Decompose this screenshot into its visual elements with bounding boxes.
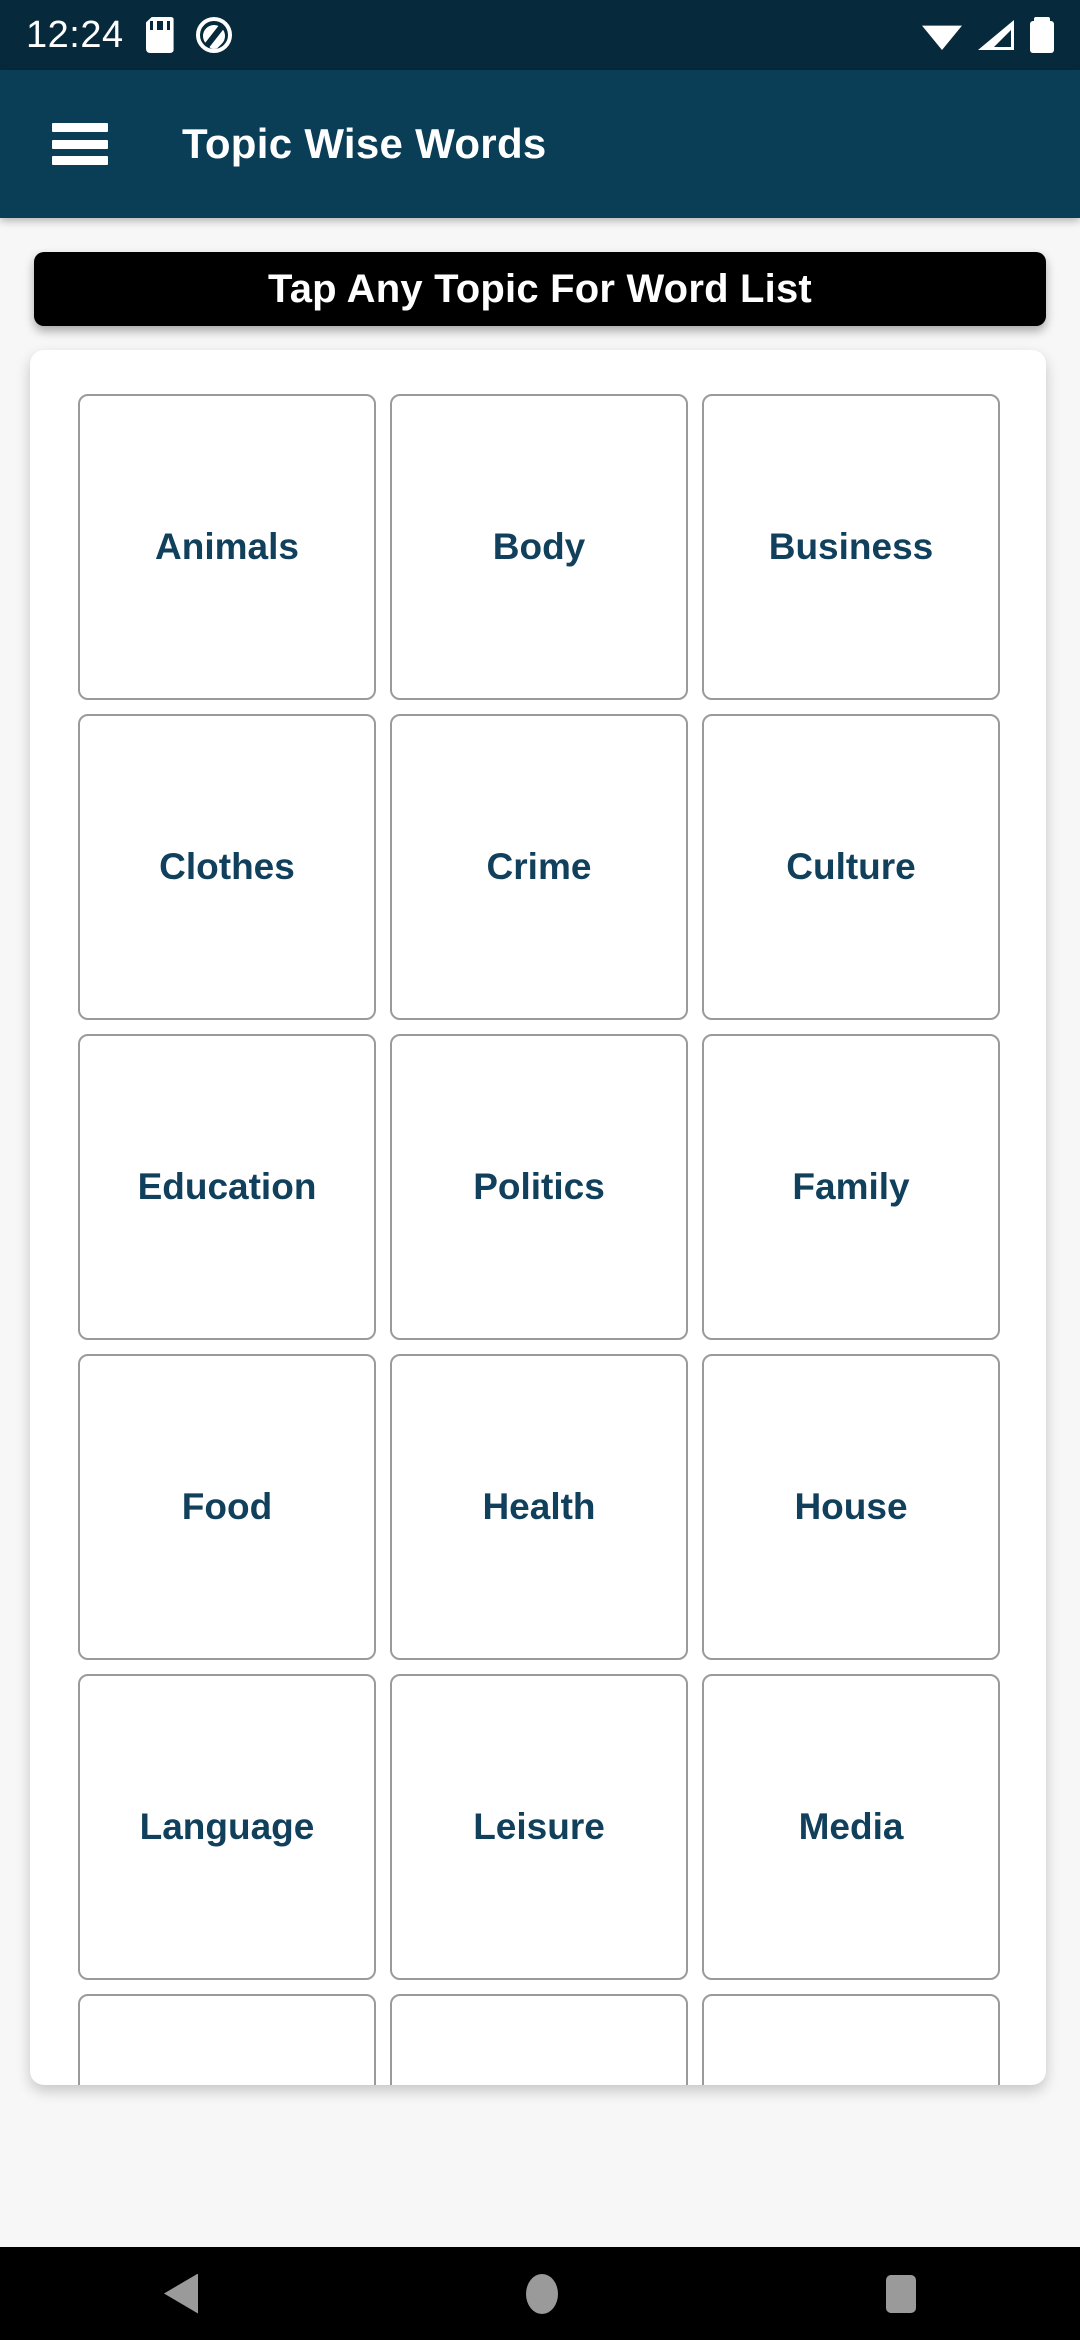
topic-card[interactable]: Clothes bbox=[78, 714, 376, 1020]
topic-card[interactable]: Body bbox=[390, 394, 688, 700]
battery-icon bbox=[1030, 17, 1054, 53]
app-bar: Topic Wise Words bbox=[0, 70, 1080, 218]
do-not-disturb-icon bbox=[195, 17, 232, 53]
topic-grid: Animals Body Business Clothes Crime Culture Ed… bbox=[78, 394, 1016, 2085]
topic-card[interactable]: Language bbox=[78, 1674, 376, 1980]
topic-card-label: Business bbox=[768, 526, 934, 567]
android-navigation-bar bbox=[0, 2247, 1080, 2340]
hamburger-bar-middle bbox=[52, 139, 108, 149]
instruction-banner: Tap Any Topic For Word List bbox=[34, 252, 1046, 326]
topic-card-label: Crime bbox=[486, 846, 592, 887]
topic-card[interactable]: House bbox=[702, 1354, 1000, 1660]
status-bar-right bbox=[922, 17, 1054, 53]
hamburger-bar-bottom bbox=[52, 156, 108, 165]
topic-card[interactable] bbox=[78, 1994, 376, 2085]
topic-card-label: Leisure bbox=[473, 1806, 605, 1847]
topic-card[interactable]: Business bbox=[702, 394, 1000, 700]
hamburger-menu-icon[interactable] bbox=[52, 123, 108, 165]
sd-card-icon bbox=[146, 17, 174, 53]
topic-card-label: Body bbox=[492, 526, 586, 567]
topic-card[interactable]: Food bbox=[78, 1354, 376, 1660]
topic-card[interactable]: Family bbox=[702, 1034, 1000, 1340]
topic-card-label: Clothes bbox=[159, 846, 295, 887]
topic-card-label: House bbox=[794, 1486, 908, 1527]
topic-card-label: Animals bbox=[155, 526, 299, 567]
topic-card-label: Family bbox=[792, 1166, 910, 1207]
topic-card-label: Culture bbox=[786, 846, 916, 887]
topic-card-label: Health bbox=[482, 1486, 596, 1527]
page-title: Topic Wise Words bbox=[182, 120, 547, 167]
topic-card[interactable]: Animals bbox=[78, 394, 376, 700]
cellular-signal-icon bbox=[978, 20, 1014, 50]
back-button-icon[interactable] bbox=[164, 2273, 198, 2314]
recents-button-icon[interactable] bbox=[886, 2274, 916, 2313]
topic-card[interactable]: Education bbox=[78, 1034, 376, 1340]
topic-card[interactable] bbox=[702, 1994, 1000, 2085]
hamburger-bar-top bbox=[52, 123, 108, 132]
status-bar-left: 12:24 bbox=[26, 14, 232, 57]
home-button-icon[interactable] bbox=[526, 2273, 558, 2314]
status-bar: 12:24 bbox=[0, 0, 1080, 70]
topic-card[interactable]: Crime bbox=[390, 714, 688, 1020]
topic-card[interactable]: Media bbox=[702, 1674, 1000, 1980]
status-bar-clock: 12:24 bbox=[26, 13, 124, 56]
wifi-icon bbox=[922, 20, 962, 50]
topic-card-label: Politics bbox=[473, 1166, 605, 1207]
topic-card[interactable]: Leisure bbox=[390, 1674, 688, 1980]
topic-card[interactable]: Health bbox=[390, 1354, 688, 1660]
topic-card-label: Food bbox=[181, 1486, 273, 1527]
instruction-banner-text: Tap Any Topic For Word List bbox=[268, 266, 812, 311]
topic-card[interactable]: Politics bbox=[390, 1034, 688, 1340]
topic-card-label: Language bbox=[139, 1806, 315, 1847]
topic-card-label: Media bbox=[798, 1806, 904, 1847]
topic-card[interactable]: Culture bbox=[702, 714, 1000, 1020]
topic-card[interactable] bbox=[390, 1994, 688, 2085]
topic-card-label: Education bbox=[137, 1166, 317, 1207]
topic-grid-container: Animals Body Business Clothes Crime Culture Ed… bbox=[30, 350, 1046, 2085]
